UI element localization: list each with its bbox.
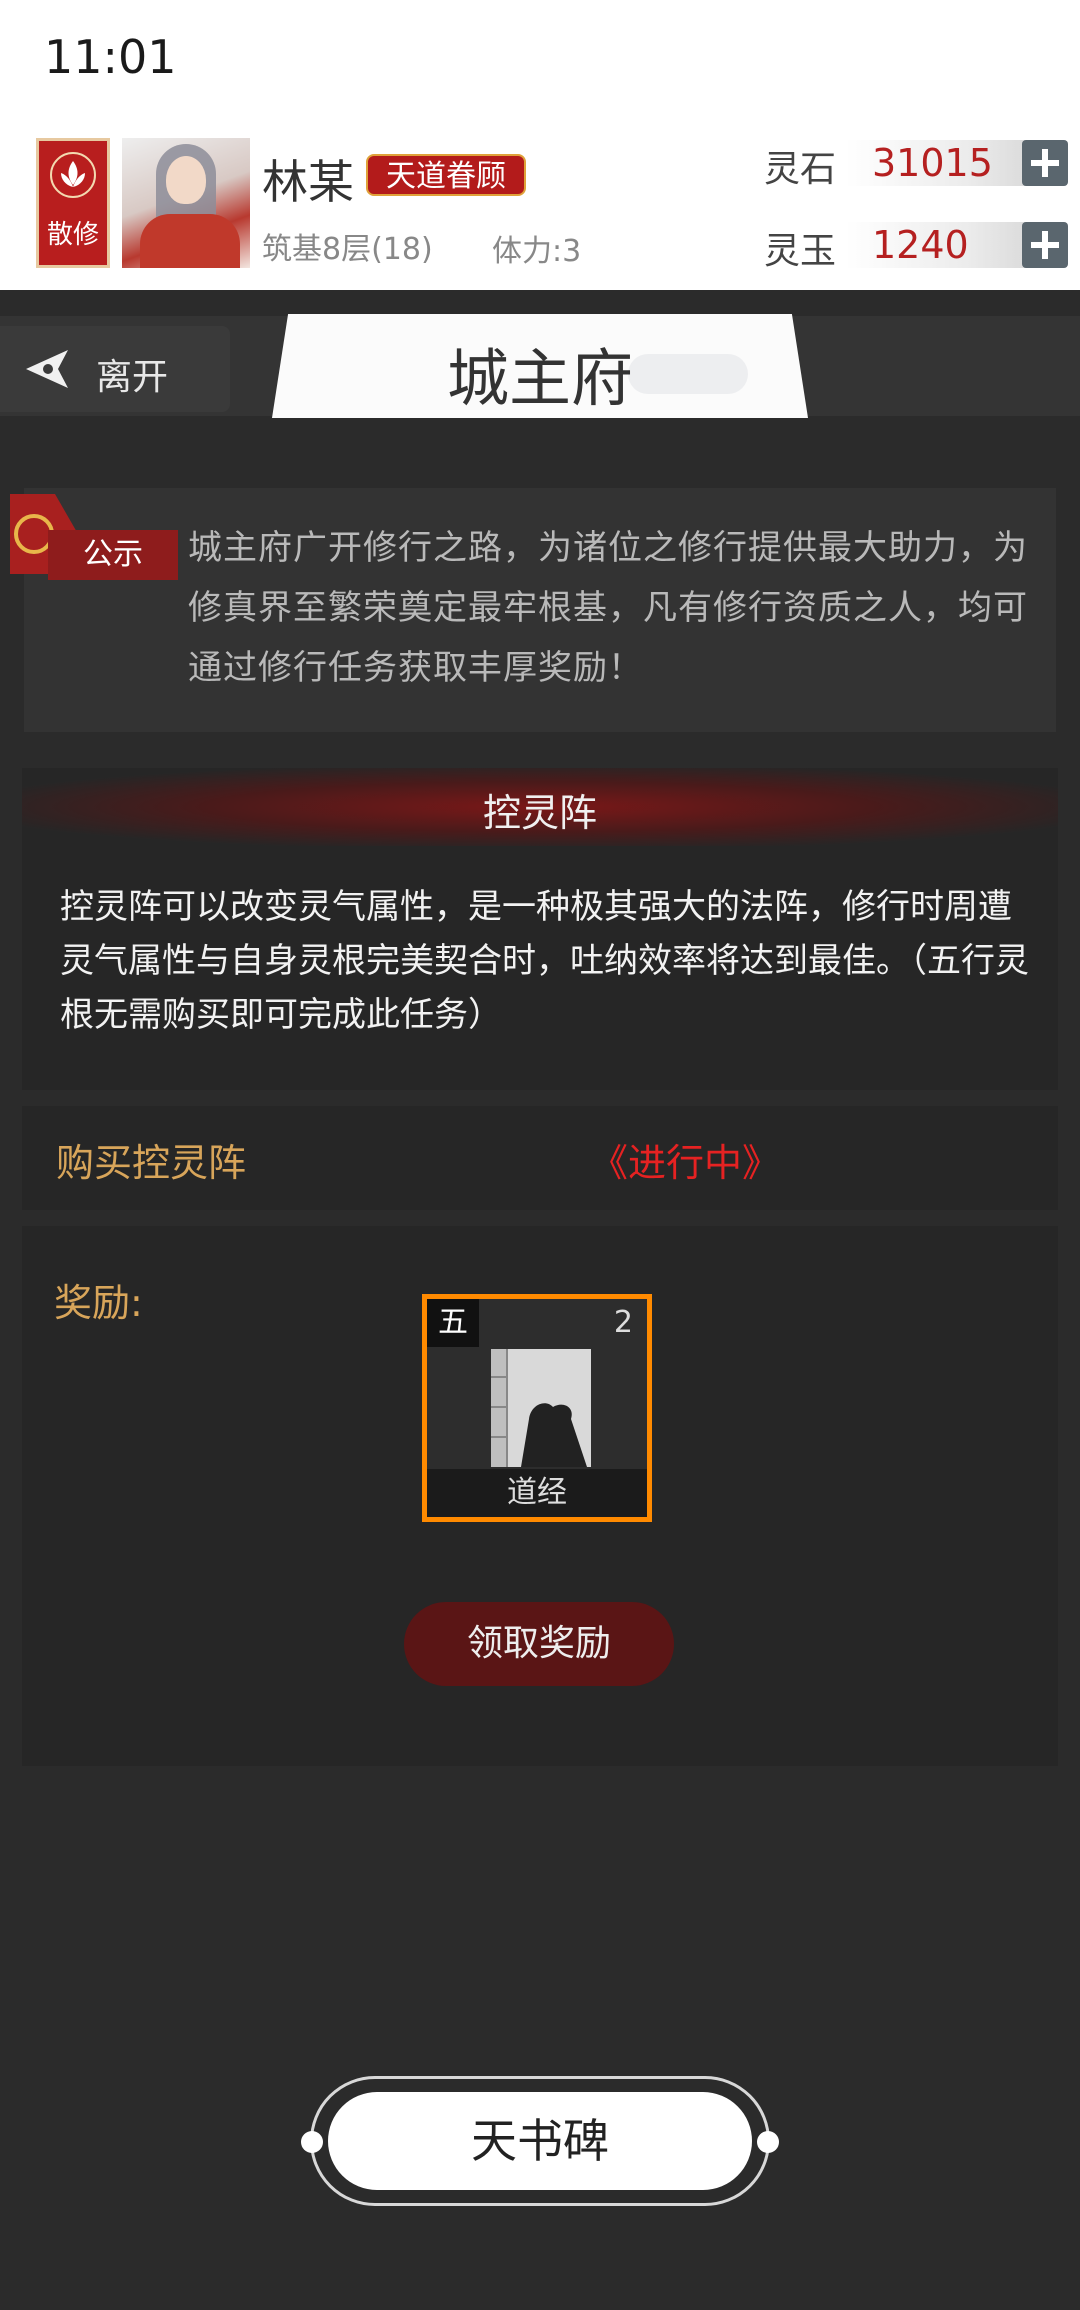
frame-dot-right	[757, 2131, 779, 2153]
add-spirit-jade-button[interactable]	[1022, 222, 1068, 268]
requirement-label: 购买控灵阵	[56, 1141, 247, 1185]
avatar[interactable]	[122, 138, 250, 268]
spirit-stone-value: 31015	[846, 140, 1046, 186]
player-title-badge[interactable]: 天道眷顾	[366, 154, 526, 196]
frame-dot-left	[301, 2131, 323, 2153]
task-status: 《进行中》	[590, 1141, 781, 1185]
reward-panel: 奖励: 五 2 道经 领取奖励	[22, 1226, 1058, 1766]
player-name: 林某	[262, 155, 354, 209]
reward-label: 奖励:	[54, 1281, 143, 1325]
spirit-stone-label: 灵石	[764, 149, 837, 190]
claim-reward-button[interactable]: 领取奖励	[404, 1602, 674, 1686]
item-name: 道经	[427, 1469, 647, 1517]
leave-label: 离开	[96, 357, 169, 398]
cultivation-realm: 筑基8层(18)	[262, 232, 433, 267]
task-panel: 控灵阵 控灵阵可以改变灵气属性，是一种极其强大的法阵，修行时周遭灵气属性与自身灵…	[22, 768, 1058, 1090]
leave-button[interactable]: 离开	[0, 326, 230, 412]
reward-item-slot[interactable]: 五 2 道经	[422, 1294, 652, 1522]
stamina-text: 体力:3	[492, 234, 582, 269]
notice-panel: 公示 城主府广开修行之路，为诸位之修行提供最大助力，为修真界至繁荣奠定最牢根基，…	[10, 488, 1056, 732]
item-grade: 五	[427, 1299, 479, 1347]
spirit-jade-value: 1240	[846, 222, 1046, 268]
item-count: 2	[613, 1305, 633, 1340]
task-description: 控灵阵可以改变灵气属性，是一种极其强大的法阵，修行时周遭灵气属性与自身灵根完美契…	[60, 887, 1029, 1035]
back-arrow-icon	[26, 350, 68, 388]
task-name: 控灵阵	[482, 791, 597, 835]
notice-text: 城主府广开修行之路，为诸位之修行提供最大助力，为修真界至繁荣奠定最牢根基，凡有修…	[188, 528, 1028, 688]
scripture-book-icon	[491, 1349, 591, 1467]
header-area: 11:01 散修 林某 天道眷顾 筑基8层(18) 体力:3 灵石 31015 …	[0, 0, 1080, 290]
page-title: 城主府	[446, 342, 633, 415]
notice-tag: 公示	[48, 530, 178, 580]
status-time: 11:01	[44, 30, 177, 84]
lotus-emblem-icon	[50, 152, 96, 198]
task-requirement-row[interactable]: 购买控灵阵 《进行中》	[22, 1106, 1058, 1210]
sect-label: 散修	[46, 220, 99, 250]
sect-badge[interactable]: 散修	[36, 138, 110, 268]
heavenly-stele-button[interactable]: 天书碑	[328, 2092, 752, 2190]
spirit-jade-label: 灵玉	[764, 231, 837, 272]
add-spirit-stone-button[interactable]	[1022, 140, 1068, 186]
title-tab: 城主府	[272, 314, 808, 418]
task-header: 控灵阵	[22, 768, 1058, 846]
